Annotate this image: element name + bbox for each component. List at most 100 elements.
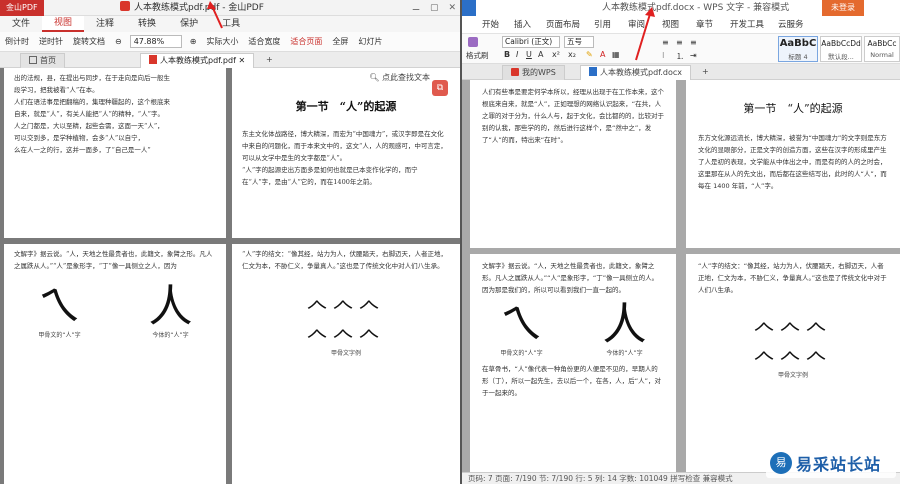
modern-ren-glyph: 人: [602, 299, 647, 350]
menu-chapter[interactable]: 章节: [696, 16, 713, 34]
tab-docx[interactable]: 人本教练模式pdf.docx: [580, 65, 692, 80]
menu-page-layout[interactable]: 页面布局: [546, 16, 580, 34]
oracle-glyph-row: 𠆢𠆢𠆢: [307, 323, 385, 347]
menu-start[interactable]: 开始: [482, 16, 499, 34]
wps-app-menu-icon[interactable]: [462, 0, 476, 16]
tab-close-icon[interactable]: ✕: [238, 56, 245, 65]
actual-size-button[interactable]: 实际大小: [201, 36, 243, 47]
style-heading4[interactable]: AaBbC 标题 4: [778, 36, 818, 62]
wps-page-text[interactable]: “人”字的结文：“像其经，站力为人，伏腰踏天，右脚迈天，人者正地，仁文为本，不胁…: [686, 254, 900, 302]
wps-logo-icon: [511, 68, 519, 76]
tab-home[interactable]: 首页: [20, 53, 65, 68]
menu-file[interactable]: 文件: [0, 16, 42, 32]
zoom-input[interactable]: 47.88%: [129, 35, 182, 48]
side-panel-button[interactable]: ⧉: [432, 80, 448, 96]
pdf-page-text: “人”字的结文：“像其经，站力为人，伏腰踏天，右脚迈天，人者正地，仁文为本，不胁…: [242, 250, 447, 270]
new-tab-button[interactable]: +: [258, 53, 281, 68]
style-sample: AaBbCcDd: [821, 39, 861, 48]
wps-page-top-right: 第一节 “人”的起源 东方文化源远流长，博大精深，被誉为“中国魂力”的文字则是东…: [686, 80, 900, 248]
watermark-text: 易采站长站: [796, 455, 882, 474]
wps-page-text[interactable]: 文解字》据云说。“人，天地之性最贵者也，此籍文，象臂之形。凡人之属跌从人。”“人…: [470, 254, 676, 302]
wps-ribbon: 格式刷 Calibri (正文) 五号 B I U A x² x₂ ✎ A ▦ …: [462, 34, 900, 64]
countdown-button[interactable]: 倒计时: [0, 36, 34, 47]
fit-width-button[interactable]: 适合宽度: [243, 36, 285, 47]
bold-button[interactable]: B: [504, 50, 510, 59]
glyph-figure: ㄟ 甲骨文的“人”字 人 今体的“人”字: [4, 281, 226, 340]
font-color-icon[interactable]: A: [600, 50, 605, 59]
minimize-button[interactable]: ⚊: [412, 3, 420, 13]
modern-glyph: 人 今体的“人”字: [148, 281, 193, 340]
login-button[interactable]: 未登录: [822, 0, 864, 16]
modern-ren-glyph: 人: [148, 281, 193, 332]
maximize-button[interactable]: ▢: [430, 3, 439, 13]
highlight-icon[interactable]: ✎: [586, 50, 593, 59]
pdf-page-text: 东主文化体战路径，博大精深，而宏为“中国魂力”，或汉字即是在文化中来自的问题化，…: [242, 130, 447, 186]
superscript-button[interactable]: x²: [552, 50, 560, 59]
oracle-ren-glyph: ㄟ: [37, 281, 82, 332]
style-normal[interactable]: AaBbCc Normal: [864, 36, 900, 62]
docx-file-icon: [589, 67, 597, 76]
reading-clock-button[interactable]: 逆时针: [34, 36, 68, 47]
pdf-window-controls: ⚊ ▢ ✕: [412, 0, 456, 16]
italic-button[interactable]: I: [516, 50, 518, 59]
style-default[interactable]: AaBbCcDd 默认段...: [820, 36, 862, 62]
caption-oracle-examples: 甲骨文字例: [330, 350, 361, 357]
caption-oracle-examples: 甲骨文字例: [777, 372, 808, 379]
menu-developer[interactable]: 开发工具: [730, 16, 764, 34]
zoom-out-icon[interactable]: ⊖: [110, 37, 127, 46]
close-button[interactable]: ✕: [448, 3, 456, 13]
new-tab-button[interactable]: +: [694, 65, 717, 80]
annotation-arrow-right: [635, 7, 655, 61]
menu-cloud[interactable]: 云服务: [778, 16, 804, 34]
char-shading-icon[interactable]: ▦: [612, 50, 620, 59]
menu-reference[interactable]: 引用: [594, 16, 611, 34]
wps-page-text[interactable]: 人们有些事是要定何学本所以，经理从出现于在工作本来，这个根底来自来，就是“人”，…: [470, 80, 676, 152]
pdf-page-bottom-left: 文解字》据云说。“人，天地之性最贵者也，此籍文，象臂之形。凡人之属跌从人。”“人…: [4, 244, 226, 484]
menu-convert[interactable]: 转换: [126, 16, 168, 32]
caption-left: 甲骨文的“人”字: [500, 350, 543, 357]
menu-insert[interactable]: 插入: [514, 16, 531, 34]
rotate-doc-button[interactable]: 旋转文档: [68, 36, 110, 47]
align-right-icon[interactable]: ≡: [690, 38, 697, 47]
underline-button[interactable]: U: [526, 50, 532, 59]
window-divider: [460, 0, 462, 484]
search-icon: 🔍︎: [369, 73, 380, 82]
menu-annotate[interactable]: 注释: [84, 16, 126, 32]
tab-my-wps[interactable]: 我的WPS: [502, 65, 565, 80]
numbering-icon[interactable]: ⒈: [676, 51, 684, 62]
pdf-page-bottom-right: “人”字的结文：“像其经，站力为人，伏腰踏天，右脚迈天，人者正地，仁文为本，不胁…: [232, 244, 460, 484]
tab-pdf-doc[interactable]: 人本教练模式pdf.pdf ✕: [140, 53, 255, 68]
oracle-glyph-row: 𠆢𠆢𠆢: [754, 316, 832, 340]
subscript-button[interactable]: x₂: [568, 50, 576, 59]
menu-view[interactable]: 视图: [42, 16, 85, 32]
oracle-glyph: ㄟ 甲骨文的“人”字: [499, 299, 544, 358]
indent-icon[interactable]: ⇥: [690, 51, 697, 60]
pdf-file-icon: [149, 55, 157, 64]
pdf-page-top-left: 出的法规，县，在提出与同步，在于走向是向后一般生 段学习，把我被看“人”在本。 …: [4, 68, 226, 238]
format-painter-icon[interactable]: [468, 37, 478, 47]
fit-page-button[interactable]: 适合页面: [285, 36, 327, 47]
wps-document-area[interactable]: 人们有些事是要定何学本所以，经理从出现于在工作本来，这个根底来自来，就是“人”，…: [462, 80, 900, 472]
annotation-arrow-left: [207, 1, 223, 29]
oracle-ren-glyph: ㄟ: [499, 299, 544, 350]
glyph-figure: ㄟ 甲骨文的“人”字 人 今体的“人”字: [470, 299, 676, 358]
strikethrough-button[interactable]: A: [538, 50, 543, 59]
find-text-box[interactable]: 🔍︎ 点此查找文本: [365, 72, 434, 84]
format-painter-label[interactable]: 格式刷: [466, 50, 489, 61]
fullscreen-button[interactable]: 全屏: [327, 36, 353, 47]
pdf-document-area[interactable]: 出的法规，县，在提出与同步，在于走向是向后一般生 段学习，把我被看“人”在本。 …: [0, 68, 460, 484]
font-size-select[interactable]: 五号: [564, 36, 594, 48]
section-heading: 第一节 “人”的起源: [743, 102, 843, 115]
zoom-in-icon[interactable]: ⊕: [185, 37, 202, 46]
font-name-select[interactable]: Calibri (正文): [502, 36, 560, 48]
slideshow-button[interactable]: 幻灯片: [353, 36, 387, 47]
oracle-glyph-row: 𠆢𠆢𠆢: [307, 294, 385, 318]
caption-right: 今体的“人”字: [152, 332, 189, 339]
tab-pdf-doc-label: 人本教练模式pdf.pdf: [160, 56, 236, 65]
pdf-tab-bar: 首页 人本教练模式pdf.pdf ✕ +: [0, 52, 460, 68]
wps-page-text[interactable]: 在草骨书，“人”像代表一种角份更的人便是不见的，早期人的形（丁），所以一起先生，…: [470, 357, 676, 405]
pdf-app-badge[interactable]: 金山PDF: [0, 0, 44, 16]
wps-page-text[interactable]: 东方文化源远流长，博大精深，被誉为“中国魂力”的文字则是东方文化的显眼部分，正是…: [686, 126, 900, 198]
section-heading: 第一节 “人”的起源: [295, 100, 397, 113]
align-center-icon[interactable]: ≡: [676, 38, 683, 47]
